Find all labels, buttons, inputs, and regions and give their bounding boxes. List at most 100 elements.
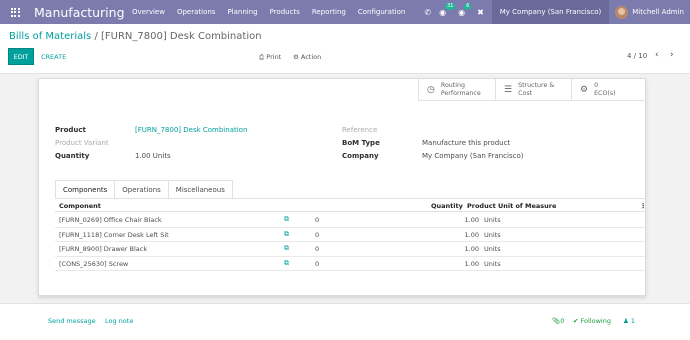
forecast-icon[interactable]: ⧉	[284, 215, 289, 224]
send-message-button[interactable]: Send message	[48, 317, 96, 325]
action-button[interactable]: ⚙ Action	[293, 53, 321, 61]
edit-button[interactable]: EDIT	[8, 48, 34, 65]
followers-button[interactable]: ♟ 1	[623, 317, 635, 325]
product-label: Product	[55, 126, 86, 134]
gears-icon: ⚙​	[580, 84, 589, 95]
column-options-icon[interactable]: ⋮	[640, 202, 647, 210]
menu-reporting[interactable]: Reporting	[312, 8, 346, 16]
bom-type-label: BoM Type	[342, 139, 380, 147]
pager-value[interactable]: 4 / 10	[627, 52, 647, 60]
reference-label: Reference	[342, 126, 378, 134]
component-uom: Units	[484, 245, 501, 253]
table-row[interactable]: [FURN_0269] Office Chair Black ⧉ 0 1.00 …	[55, 213, 645, 228]
messages-icon[interactable]: ◉ 31	[439, 2, 456, 17]
pager-previous-button[interactable]: ‹	[655, 50, 659, 60]
forecast-icon[interactable]: ⧉	[284, 244, 289, 253]
quantity-label: Quantity	[55, 152, 90, 160]
menu-products[interactable]: Products	[270, 8, 300, 16]
menu-configuration[interactable]: Configuration	[358, 8, 405, 16]
table-row[interactable]: [FURN_8900] Drawer Black ⧉ 0 1.00 Units	[55, 242, 645, 257]
user-icon: ♟	[623, 317, 629, 325]
product-field[interactable]: [FURN_7800] Desk Combination	[135, 126, 247, 134]
component-uom: Units	[484, 216, 501, 224]
component-name: [FURN_8900] Drawer Black	[59, 245, 148, 253]
component-uom: Units	[484, 259, 501, 268]
component-name: [CONS_25630] Screw	[59, 259, 129, 268]
component-quantity: 1.00	[464, 216, 479, 224]
menu-operations[interactable]: Operations	[177, 8, 215, 16]
print-label: Print	[266, 53, 282, 61]
breadcrumb-parent[interactable]: Bills of Materials	[9, 31, 91, 42]
print-button[interactable]: ⎙ Print	[259, 53, 281, 62]
eco-count: 0	[594, 82, 599, 89]
quantity-field[interactable]: 1.00 Units	[135, 152, 171, 160]
component-uom: Units	[484, 230, 501, 239]
activities-badge: 6	[464, 2, 472, 10]
routing-performance-button[interactable]: ◷ Routing Performance	[418, 79, 495, 101]
table-row[interactable]: [CONS_25630] Screw ⧉ 0 1.00 Units	[55, 257, 645, 271]
following-button[interactable]: ✔ Following	[573, 317, 611, 325]
bom-type-field[interactable]: Manufacture this product	[422, 139, 510, 147]
company-switcher[interactable]: My Company (San Francisco)	[491, 0, 610, 24]
following-label: Following	[580, 317, 611, 325]
gear-icon: ⚙	[293, 53, 299, 61]
component-name: [FURN_1118] Corner Desk Left Sit	[59, 230, 169, 239]
form-sheet: ◷ Routing Performance ☰ Structure & Cost ⚙…	[38, 78, 647, 296]
breadcrumb-separator: /	[94, 31, 98, 42]
routing-label-1: Routing	[440, 82, 466, 89]
company-label: Company	[342, 152, 379, 160]
product-variant-label: Product Variant	[55, 139, 109, 147]
activities-icon[interactable]: ◉ 6	[458, 2, 472, 17]
forecast-icon[interactable]: ⧉	[284, 230, 289, 239]
col-quantity[interactable]: Quantity	[431, 202, 463, 210]
component-name: [FURN_0269] Office Chair Black	[59, 216, 162, 224]
eco-label: ECO(s)	[594, 89, 616, 97]
structure-label-2: Cost	[518, 89, 533, 97]
user-menu[interactable]: Mitchell Admin	[632, 8, 684, 16]
action-label: Action	[300, 53, 322, 61]
table-row[interactable]: [FURN_1118] Corner Desk Left Sit ⧉ 0 1.0…	[55, 228, 645, 242]
component-count: 0	[315, 259, 320, 268]
avatar[interactable]	[615, 5, 629, 19]
chatter: Send message Log note 📎︎0 ✔ Following ♟ …	[0, 303, 690, 340]
component-quantity: 1.00	[464, 259, 479, 268]
company-field[interactable]: My Company (San Francisco)	[422, 152, 523, 160]
col-component[interactable]: Component	[59, 202, 101, 210]
component-count: 0	[315, 230, 320, 239]
followers-count: 1	[630, 317, 636, 325]
tab-components[interactable]: Components	[55, 180, 116, 198]
messages-badge: 31	[445, 2, 456, 10]
tab-miscellaneous[interactable]: Miscellaneous	[167, 180, 233, 198]
eco-button[interactable]: ⚙​ 0 ECO(s)	[571, 79, 647, 101]
component-quantity: 1.00	[464, 230, 479, 239]
component-quantity: 1.00	[464, 245, 479, 253]
pager-next-button[interactable]: ›	[670, 50, 674, 60]
menu-planning[interactable]: Planning	[227, 8, 257, 16]
attachments-button[interactable]: 📎︎0	[552, 317, 564, 325]
component-count: 0	[315, 216, 320, 224]
component-count: 0	[315, 245, 320, 253]
components-table-header: Component Quantity Product Unit of Measu…	[55, 200, 647, 212]
notebook-tabs: Components Operations Miscellaneous	[55, 180, 233, 198]
app-title[interactable]: Manufacturing	[34, 5, 132, 20]
structure-cost-button[interactable]: ☰ Structure & Cost	[495, 79, 571, 101]
top-navbar: Manufacturing Overview Operations Planni…	[0, 0, 690, 24]
clock-icon: ◷	[427, 84, 435, 95]
control-panel: Bills of Materials / [FURN_7800] Desk Co…	[0, 24, 690, 74]
bars-icon: ☰	[504, 84, 513, 95]
forecast-icon[interactable]: ⧉	[284, 259, 289, 268]
main-menu: Overview Operations Planning Products Re…	[132, 8, 417, 16]
structure-label-1: Structure &	[518, 82, 555, 89]
log-note-button[interactable]: Log note	[105, 317, 133, 325]
breadcrumb: Bills of Materials / [FURN_7800] Desk Co…	[9, 31, 262, 42]
debug-tools-icon[interactable]: ✖	[477, 8, 484, 17]
menu-overview[interactable]: Overview	[132, 8, 165, 16]
navbar-systray: ✆ ◉ 31 ◉ 6 ✖ My Company (San Francisco) Mi…	[424, 0, 690, 24]
apps-menu-icon[interactable]	[9, 6, 21, 18]
tab-operations[interactable]: Operations	[114, 180, 169, 198]
col-uom[interactable]: Product Unit of Measure	[467, 202, 556, 210]
routing-label-2: Performance	[440, 89, 481, 97]
create-button[interactable]: CREATE	[41, 53, 66, 61]
print-icon: ⎙	[259, 53, 265, 61]
phone-icon[interactable]: ✆	[424, 8, 431, 17]
